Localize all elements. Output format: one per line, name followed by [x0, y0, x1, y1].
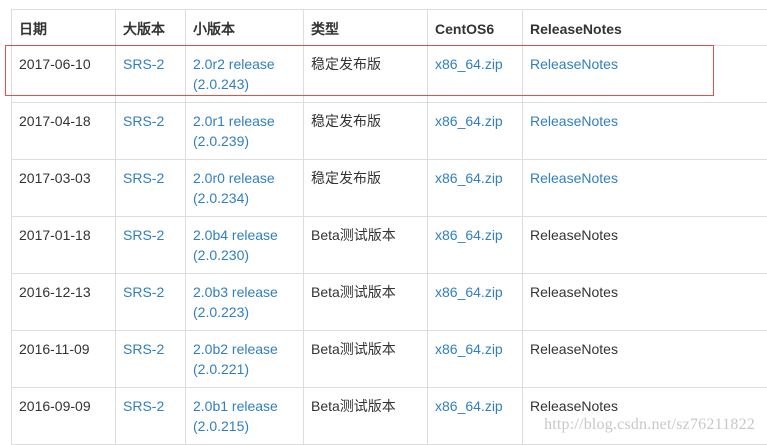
minor-version-link[interactable]: 2.0r1 release (2.0.239)	[193, 113, 275, 149]
centos-download-link[interactable]: x86_64.zip	[435, 284, 503, 300]
release-notes-text: ReleaseNotes	[523, 217, 767, 274]
release-table: 日期 大版本 小版本 类型 CentOS6 ReleaseNotes 2017-…	[11, 9, 767, 445]
centos-download-link[interactable]: x86_64.zip	[435, 398, 503, 414]
minor-version-number: (2.0.239)	[193, 133, 249, 149]
date-cell: 2017-03-03	[12, 160, 116, 217]
minor-version-number: (2.0.223)	[193, 304, 249, 320]
header-row: 日期 大版本 小版本 类型 CentOS6 ReleaseNotes	[12, 10, 767, 46]
release-notes-text: ReleaseNotes	[523, 331, 767, 388]
date-cell: 2017-06-10	[12, 46, 116, 103]
header-date: 日期	[12, 10, 116, 46]
type-cell: 稳定发布版	[304, 160, 428, 217]
watermark-text: http://blog.csdn.net/sz76211822	[544, 416, 755, 434]
major-version-link[interactable]: SRS-2	[123, 284, 164, 300]
date-cell: 2017-01-18	[12, 217, 116, 274]
release-notes-link[interactable]: ReleaseNotes	[530, 113, 618, 129]
table-row: 2016-11-09 SRS-2 2.0b2 release(2.0.221) …	[12, 331, 767, 388]
date-cell: 2016-12-13	[12, 274, 116, 331]
header-type: 类型	[304, 10, 428, 46]
header-minor-version: 小版本	[186, 10, 304, 46]
date-cell: 2017-04-18	[12, 103, 116, 160]
minor-version-link[interactable]: 2.0b3 release (2.0.223)	[193, 284, 278, 320]
minor-version-number: (2.0.221)	[193, 361, 249, 377]
date-cell: 2016-11-09	[12, 331, 116, 388]
major-version-link[interactable]: SRS-2	[123, 56, 164, 72]
minor-version-number: (2.0.230)	[193, 247, 249, 263]
centos-download-link[interactable]: x86_64.zip	[435, 56, 503, 72]
minor-version-label: 2.0b1 release	[193, 398, 278, 414]
minor-version-label: 2.0b3 release	[193, 284, 278, 300]
minor-version-link[interactable]: 2.0b4 release (2.0.230)	[193, 227, 278, 263]
type-cell: Beta测试版本	[304, 274, 428, 331]
table-row: 2017-01-18 SRS-2 2.0b4 release(2.0.230) …	[12, 217, 767, 274]
minor-version-number: (2.0.215)	[193, 418, 249, 434]
table-row: 2016-12-13 SRS-2 2.0b3 release(2.0.223) …	[12, 274, 767, 331]
release-notes-text: ReleaseNotes	[523, 274, 767, 331]
type-cell: 稳定发布版	[304, 46, 428, 103]
major-version-link[interactable]: SRS-2	[123, 227, 164, 243]
major-version-link[interactable]: SRS-2	[123, 398, 164, 414]
release-table-container: 日期 大版本 小版本 类型 CentOS6 ReleaseNotes 2017-…	[11, 9, 767, 445]
centos-download-link[interactable]: x86_64.zip	[435, 113, 503, 129]
minor-version-number: (2.0.234)	[193, 190, 249, 206]
release-notes-link[interactable]: ReleaseNotes	[530, 56, 618, 72]
table-row: 2017-06-10 SRS-2 2.0r2 release(2.0.243) …	[12, 46, 767, 103]
table-row: 2017-03-03 SRS-2 2.0r0 release(2.0.234) …	[12, 160, 767, 217]
minor-version-label: 2.0b4 release	[193, 227, 278, 243]
major-version-link[interactable]: SRS-2	[123, 341, 164, 357]
minor-version-label: 2.0r1 release	[193, 113, 275, 129]
centos-download-link[interactable]: x86_64.zip	[435, 227, 503, 243]
table-row: 2017-04-18 SRS-2 2.0r1 release(2.0.239) …	[12, 103, 767, 160]
centos-download-link[interactable]: x86_64.zip	[435, 341, 503, 357]
header-release-notes: ReleaseNotes	[523, 10, 767, 46]
release-notes-link[interactable]: ReleaseNotes	[530, 170, 618, 186]
minor-version-link[interactable]: 2.0r2 release (2.0.243)	[193, 56, 275, 92]
minor-version-label: 2.0r2 release	[193, 56, 275, 72]
minor-version-label: 2.0r0 release	[193, 170, 275, 186]
major-version-link[interactable]: SRS-2	[123, 170, 164, 186]
type-cell: Beta测试版本	[304, 331, 428, 388]
minor-version-link[interactable]: 2.0r0 release (2.0.234)	[193, 170, 275, 206]
header-centos6: CentOS6	[428, 10, 523, 46]
date-cell: 2016-09-09	[12, 388, 116, 445]
minor-version-number: (2.0.243)	[193, 76, 249, 92]
minor-version-label: 2.0b2 release	[193, 341, 278, 357]
type-cell: Beta测试版本	[304, 388, 428, 445]
minor-version-link[interactable]: 2.0b1 release (2.0.215)	[193, 398, 278, 434]
centos-download-link[interactable]: x86_64.zip	[435, 170, 503, 186]
type-cell: 稳定发布版	[304, 103, 428, 160]
header-major-version: 大版本	[116, 10, 186, 46]
major-version-link[interactable]: SRS-2	[123, 113, 164, 129]
type-cell: Beta测试版本	[304, 217, 428, 274]
minor-version-link[interactable]: 2.0b2 release (2.0.221)	[193, 341, 278, 377]
